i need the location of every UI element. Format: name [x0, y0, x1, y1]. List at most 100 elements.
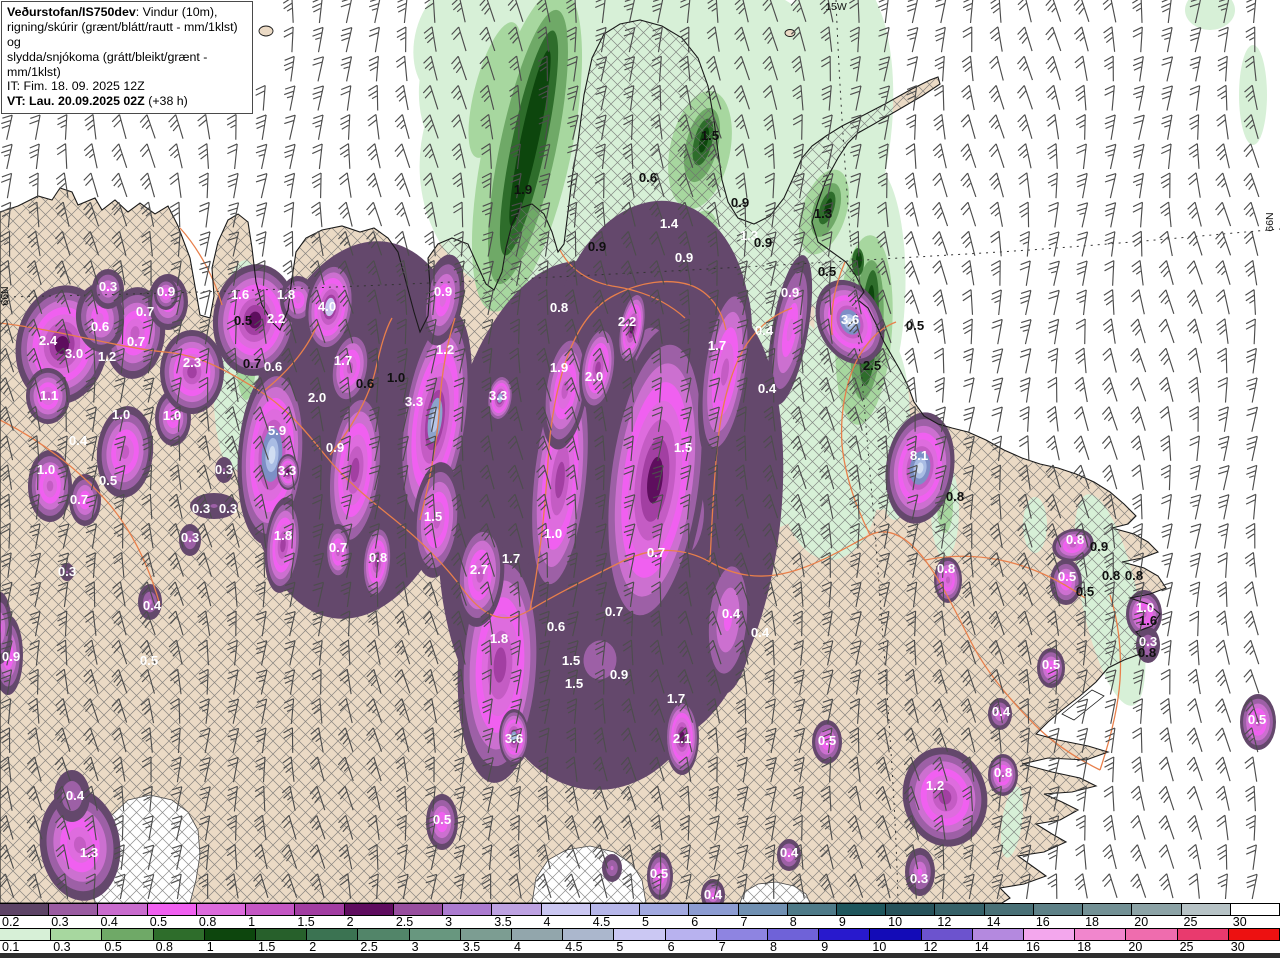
precip-value-label: 0.5 [1248, 712, 1266, 727]
colorbar-segment [443, 904, 493, 915]
precip-value-label: 0.8 [1125, 568, 1143, 583]
colorbar-segment [49, 904, 99, 915]
precip-value-label: 4.0 [318, 299, 336, 314]
colorbar-segment [460, 929, 513, 940]
precip-value-label: 0.6 [356, 376, 374, 391]
precip-value-label: 0.4 [780, 845, 799, 860]
colorbar-tick-label: 20 [1134, 915, 1149, 929]
precip-value-label: 3.3 [489, 388, 507, 403]
precip-value-label: 1.2 [98, 349, 116, 364]
sleet-band [160, 330, 224, 414]
colorbar-tick-label: 9 [821, 940, 829, 954]
precip-value-label: 5.9 [268, 423, 286, 438]
colorbar-segment [204, 929, 257, 940]
precip-value-label: 2.1 [673, 731, 691, 746]
colorbar-tick-label: 0.8 [198, 915, 217, 929]
colorbar-segment [1230, 904, 1280, 915]
precip-value-label: 0.4 [69, 433, 88, 448]
colorbar-segment [1228, 929, 1280, 940]
colorbar-tick-label: 5 [616, 940, 624, 954]
colorbar-segment [153, 929, 205, 940]
precip-value-label: 0.4 [992, 704, 1011, 719]
map-canvas[interactable]: 0.3 0.9 1.6 1.8 0.7 2.2 0.6 0.5 2.4 0.7 3.0 1.2 2.3 0… [0, 0, 1280, 903]
precip-value-label: 0.4 [758, 381, 777, 396]
title-line-1-rest: : Vindur (10m), [135, 5, 218, 19]
precip-value-label: 3.3 [405, 394, 423, 409]
colorbar-segment [1075, 929, 1127, 940]
precip-value-label: 0.7 [243, 356, 261, 371]
colorbar-tick-label: 1 [248, 915, 256, 929]
precip-value-label: 0.8 [550, 300, 568, 315]
colorbar-segment [246, 904, 296, 915]
colorbar-segment [344, 904, 394, 915]
precip-value-label: 1.6 [231, 287, 249, 302]
rain-blob [1239, 45, 1267, 145]
colorbar-segment [640, 904, 690, 915]
colorbar-segment [307, 929, 359, 940]
colorbar-segment [1126, 929, 1178, 940]
precip-value-label: 0.6 [264, 359, 282, 374]
colorbar-segment [0, 904, 50, 915]
colorbar-tick-label: 5 [642, 915, 649, 929]
colorbar-tick-label: 30 [1232, 915, 1247, 929]
precip-value-label: 2.2 [267, 311, 285, 326]
precip-value-label: 2.7 [470, 562, 488, 577]
precip-value-label: 0.4 [66, 788, 85, 803]
precip-value-label: 0.9 [781, 285, 799, 300]
colorbar-tick-label: 14 [974, 940, 989, 954]
title-line-3: slydda/snjókoma (grátt/bleikt/grænt - mm… [7, 49, 208, 79]
precip-value-label: 1.0 [387, 370, 405, 385]
colorbar-tick-label: 30 [1230, 940, 1245, 954]
colorbar-tick-label: 4 [543, 915, 551, 929]
precip-value-label: 0.9 [2, 649, 20, 664]
colorbar-segment [1083, 904, 1133, 915]
colorbar-segment [295, 904, 345, 915]
precip-value-label: 0.5 [818, 733, 836, 748]
precip-value-label: 0.3 [192, 501, 210, 516]
precip-value-label: 0.5 [1058, 569, 1076, 584]
colorbar-segment [921, 929, 973, 940]
colorbar-tick-label: 1 [206, 940, 214, 954]
precip-value-label: 1.9 [514, 182, 532, 197]
colorbar-tick-label: 16 [1026, 940, 1040, 954]
precip-value-label: 0.4 [704, 887, 723, 902]
precip-value-label: 1.3 [814, 206, 832, 221]
precip-value-label: 0.7 [70, 492, 88, 507]
sleet-band [602, 854, 622, 882]
colorbar-tick-label: 1.5 [258, 940, 276, 954]
colorbar-segment [614, 929, 666, 940]
colorbar-segment [590, 904, 641, 915]
valid-time-bold: VT: Lau. 20.09.2025 02Z [7, 94, 145, 109]
precip-value-label: 1.5 [701, 128, 719, 143]
precip-value-label: 0.8 [946, 489, 964, 504]
colorbar-segment [102, 929, 154, 940]
precip-value-label: 0.5 [650, 866, 668, 881]
precip-value-label: 0.9 [326, 440, 344, 455]
colorbar-tick-label: 18 [1077, 940, 1092, 954]
colorbar-tick-label: 8 [789, 915, 797, 929]
colorbar-tick-label: 0.3 [53, 940, 71, 954]
precip-value-label: 0.3 [910, 871, 928, 886]
precip-value-label: 0.9 [157, 284, 175, 299]
precip-value-label: 0.3 [99, 279, 117, 294]
precip-value-label: 1.0 [163, 408, 181, 423]
colorbar-segment [492, 904, 542, 915]
colorbar-tick-label: 0.8 [155, 940, 173, 954]
colorbar-tick-label: 6 [667, 940, 675, 954]
colorbar-segment [689, 904, 739, 915]
precip-value-label: 0.9 [1090, 539, 1108, 554]
precip-value-label: 0.8 [369, 550, 387, 565]
precip-value-label: 1.8 [274, 528, 292, 543]
colorbar-tick-label: 3.5 [462, 940, 481, 954]
precip-value-label: 0.6 [547, 619, 565, 634]
precip-value-label: 1.8 [277, 287, 295, 302]
precip-value-label: 0.3 [215, 462, 233, 477]
colorbar-tick-label: 0.5 [149, 915, 168, 929]
colorbar-tick-label: 0.4 [100, 915, 118, 929]
colorbar-tick-label: 2 [346, 915, 354, 929]
precip-value-label: 1.7 [667, 691, 685, 706]
precip-value-label: 2.0 [308, 390, 326, 405]
precip-value-label: 0.6 [639, 170, 657, 185]
precip-value-label: 0.4 [722, 606, 741, 621]
colorbar-tick-label: 10 [888, 915, 903, 929]
